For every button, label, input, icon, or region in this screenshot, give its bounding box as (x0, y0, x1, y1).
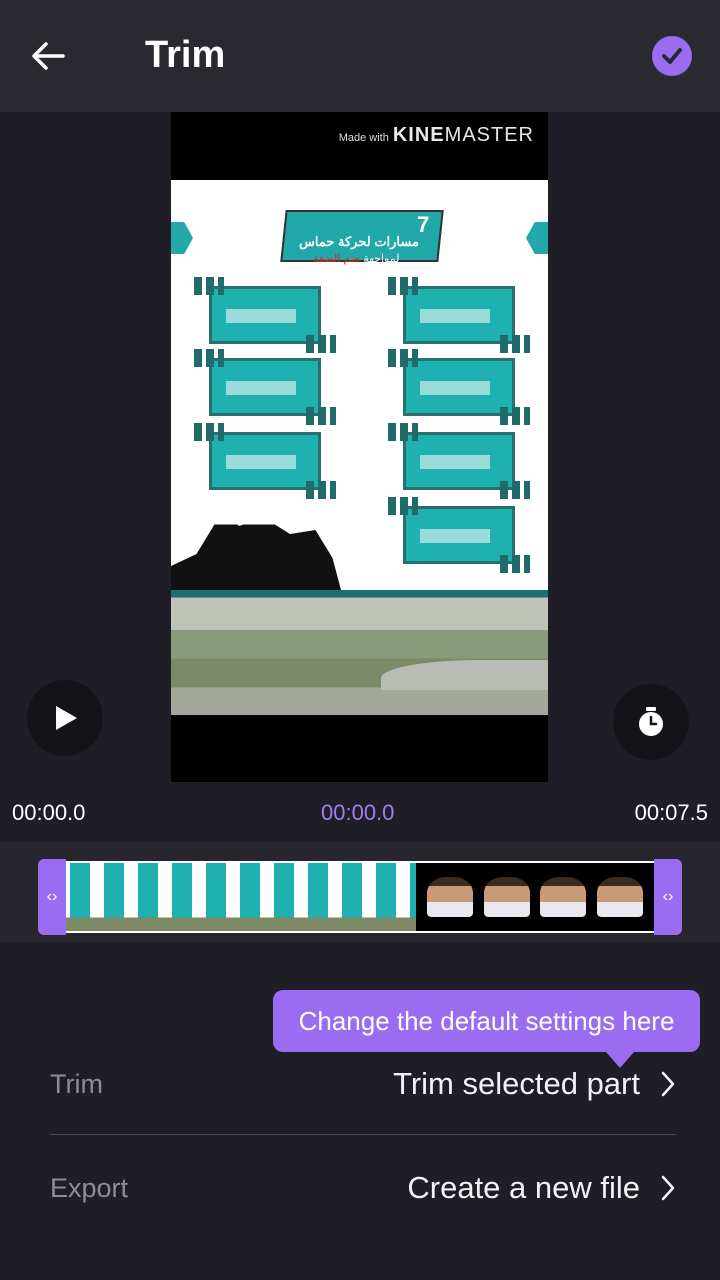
trim-screen: Trim Made with KINEMASTER 7 مسارات لحركة… (0, 0, 720, 1280)
frame-tile (194, 277, 336, 353)
frame-arrow-right (526, 222, 548, 254)
page-title: Trim (145, 34, 226, 76)
export-mode-label: Export (50, 1172, 129, 1203)
thumbnail-frame (483, 877, 530, 917)
app-header: Trim (0, 0, 720, 112)
clip-thumbnails-portrait (416, 863, 654, 931)
back-button[interactable] (24, 32, 72, 80)
play-icon (56, 706, 77, 730)
settings-tooltip[interactable]: Change the default settings here (273, 990, 700, 1052)
video-preview-area: Made with KINEMASTER 7 مسارات لحركة حماس… (0, 112, 720, 842)
thumbnail-frame (540, 877, 587, 917)
trim-mode-value: Trim selected part (393, 1066, 640, 1101)
current-time: 00:00.0 (321, 800, 395, 825)
trim-start-handle[interactable]: ‹› (38, 859, 66, 935)
frame-tile (388, 349, 530, 425)
trim-end-handle[interactable]: ‹› (654, 859, 682, 935)
clip-thumbnail-strip[interactable] (66, 861, 654, 933)
watermark-prefix: Made with (338, 132, 389, 144)
thumbnail-frame (427, 877, 474, 917)
arrow-left-icon (32, 42, 65, 70)
frame-silhouette (171, 510, 341, 590)
kinemaster-watermark: Made with KINEMASTER (339, 124, 534, 147)
video-frame-content: 7 مسارات لحركة حماس لمواجهة ضم الضفة (171, 180, 548, 715)
play-button[interactable] (27, 680, 103, 756)
frame-tile (388, 277, 530, 353)
end-time: 00:07.5 (634, 800, 708, 825)
frame-arrow-left (171, 222, 193, 254)
chevron-right-icon (661, 1175, 675, 1201)
export-mode-row[interactable]: Export Create a new file (50, 1148, 676, 1228)
row-divider (50, 1134, 676, 1135)
thumbnail-frame (596, 877, 643, 917)
stopwatch-icon (639, 707, 663, 736)
frame-landscape (171, 590, 548, 715)
confirm-button[interactable] (652, 36, 692, 76)
chevron-right-icon (661, 1071, 675, 1097)
export-mode-value: Create a new file (407, 1170, 640, 1205)
frame-title-line1: مسارات لحركة حماس (299, 234, 419, 249)
watermark-brand: KINEMASTER (392, 124, 534, 146)
video-preview[interactable]: Made with KINEMASTER 7 مسارات لحركة حماس… (171, 112, 548, 782)
frame-tile (194, 423, 336, 499)
duration-timer-button[interactable] (613, 684, 689, 760)
export-mode-value-group: Create a new file (407, 1170, 676, 1206)
clip-thumbnails-infographic (66, 863, 416, 931)
trim-mode-row[interactable]: Trim Trim selected part (50, 1044, 676, 1124)
trim-mode-label: Trim (50, 1068, 103, 1099)
start-time: 00:00.0 (12, 800, 86, 825)
frame-tile (388, 497, 530, 573)
trim-mode-value-group: Trim selected part (393, 1066, 676, 1102)
frame-title-line2: لمواجهة ضم الضفة (313, 253, 400, 265)
frame-tile (388, 423, 530, 499)
check-circle-icon (662, 48, 682, 64)
frame-tile (194, 349, 336, 425)
